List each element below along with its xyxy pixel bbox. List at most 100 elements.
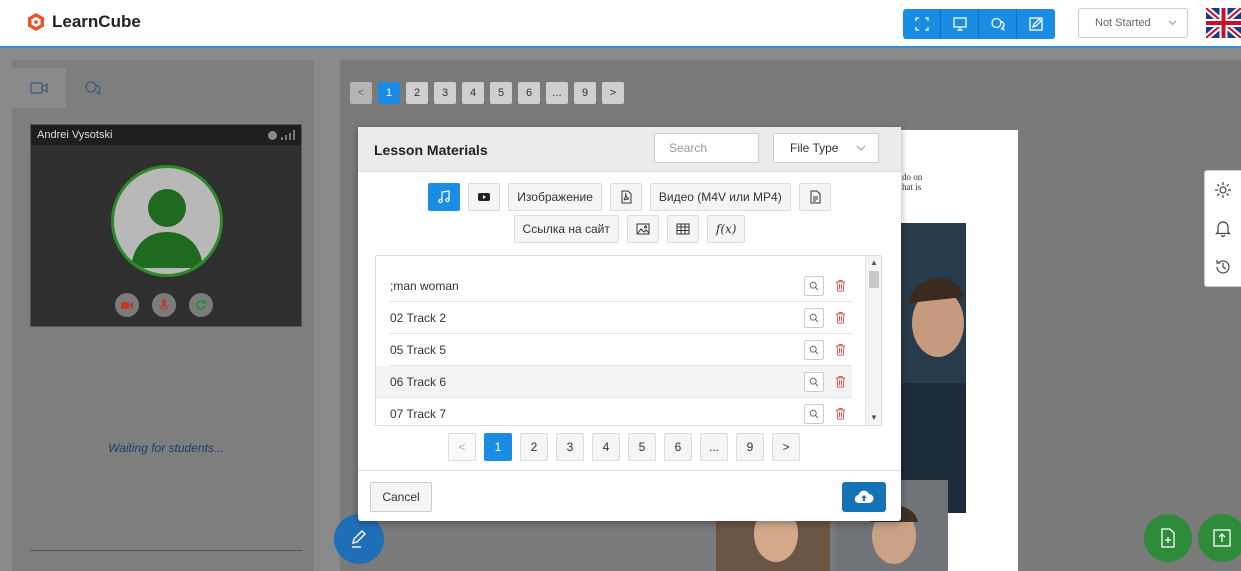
page-2[interactable]: 2 [520, 433, 548, 461]
filter-image-button[interactable]: Изображение [508, 183, 602, 211]
upload-material-button[interactable] [842, 482, 886, 512]
stage-page-6[interactable]: 6 [518, 82, 540, 104]
language-flag-button[interactable] [1206, 8, 1241, 38]
upload-page-button[interactable] [1198, 514, 1241, 562]
lesson-status-select[interactable]: Not Started [1078, 8, 1188, 38]
app-logo: LearnCube [26, 12, 141, 32]
page-ellipsis[interactable]: ... [700, 433, 728, 461]
stage-page-prev[interactable]: < [350, 82, 372, 104]
tab-chat[interactable] [66, 68, 120, 108]
preview-button[interactable] [804, 275, 824, 296]
delete-button[interactable] [834, 375, 846, 389]
upload-icon [1213, 529, 1231, 547]
delete-button[interactable] [834, 279, 846, 293]
trash-icon [835, 344, 845, 356]
filter-pdf-button[interactable] [609, 183, 642, 211]
list-item[interactable]: 02 Track 2 [390, 302, 852, 334]
camera-toggle-button[interactable] [115, 293, 139, 317]
stage-page-ellipsis[interactable]: ... [546, 82, 568, 104]
image-icon [636, 223, 650, 235]
page-9[interactable]: 9 [736, 433, 764, 461]
page-3[interactable]: 3 [556, 433, 584, 461]
page-prev[interactable]: < [448, 433, 476, 461]
filter-youtube-button[interactable] [468, 183, 501, 211]
pdf-icon [621, 190, 632, 204]
search-icon [809, 409, 819, 418]
settings-gear-icon[interactable] [1214, 181, 1232, 199]
history-icon[interactable] [1214, 258, 1232, 276]
whiteboard-icon [952, 17, 967, 31]
stage-page-5[interactable]: 5 [490, 82, 512, 104]
list-item[interactable]: 07 Track 7 [390, 398, 852, 425]
list-item[interactable]: 05 Track 5 [390, 334, 852, 366]
uk-flag-icon [1206, 8, 1241, 38]
camera-icon [121, 301, 133, 309]
page-5[interactable]: 5 [628, 433, 656, 461]
signal-bars-icon [281, 130, 295, 140]
lesson-materials-dialog: Lesson Materials File Type Изображение В… [358, 127, 901, 521]
scrollbar-thumb[interactable] [869, 271, 879, 288]
panel-divider [30, 550, 302, 551]
filter-picture-button[interactable] [626, 215, 659, 243]
fullscreen-icon [914, 17, 929, 31]
filter-audio-button[interactable] [428, 183, 461, 211]
chevron-down-icon [856, 145, 866, 151]
list-scrollbar[interactable]: ▲ ▼ [865, 256, 881, 425]
scroll-down-icon[interactable]: ▼ [870, 413, 878, 422]
table-icon [676, 223, 690, 235]
left-panel-tabs [12, 68, 120, 108]
add-page-button[interactable] [1144, 514, 1192, 562]
stage-page-2[interactable]: 2 [406, 82, 428, 104]
stage-page-4[interactable]: 4 [462, 82, 484, 104]
stage-page-next[interactable]: > [602, 82, 624, 104]
notification-bell-icon[interactable] [1214, 219, 1232, 238]
microphone-toggle-button[interactable] [152, 293, 176, 317]
page-next[interactable]: > [772, 433, 800, 461]
annotate-pen-button[interactable] [334, 514, 384, 564]
preview-button[interactable] [804, 307, 824, 328]
delete-button[interactable] [834, 343, 846, 357]
participant-name: Andrei Vysotski [37, 129, 113, 141]
cancel-button[interactable]: Cancel [370, 482, 432, 512]
filter-video-button[interactable]: Видео (M4V или MP4) [649, 183, 791, 211]
preview-button[interactable] [804, 339, 824, 360]
scroll-up-icon[interactable]: ▲ [870, 258, 878, 267]
materials-search-input[interactable] [654, 133, 759, 163]
stage-page-9[interactable]: 9 [574, 82, 596, 104]
search-icon [809, 377, 819, 386]
fullscreen-button[interactable] [903, 9, 941, 39]
refresh-connection-button[interactable] [189, 293, 213, 317]
delete-button[interactable] [834, 407, 846, 421]
file-type-label: File Type [790, 141, 839, 155]
preview-button[interactable] [804, 371, 824, 392]
document-photo [898, 223, 966, 513]
page-6[interactable]: 6 [664, 433, 692, 461]
search-icon [809, 313, 819, 322]
trash-icon [835, 312, 845, 324]
preview-button[interactable] [804, 403, 824, 424]
stage-page-3[interactable]: 3 [434, 82, 456, 104]
trash-icon [835, 280, 845, 292]
page-1[interactable]: 1 [484, 433, 512, 461]
page-4[interactable]: 4 [592, 433, 620, 461]
stage-page-1[interactable]: 1 [378, 82, 400, 104]
material-name: ;man woman [390, 278, 459, 293]
trash-icon [835, 408, 845, 420]
file-type-select[interactable]: File Type [773, 133, 879, 163]
list-item[interactable]: ;man woman [390, 270, 852, 302]
add-file-icon [1161, 528, 1175, 548]
filter-formula-button[interactable]: f(x) [706, 215, 746, 243]
edit-button[interactable] [1017, 9, 1055, 39]
right-toolbar [1204, 170, 1241, 287]
list-item[interactable]: 06 Track 6 [376, 366, 852, 398]
tab-video[interactable] [12, 68, 66, 108]
chat-icon [990, 17, 1005, 31]
filter-table-button[interactable] [666, 215, 699, 243]
app-name: LearnCube [52, 12, 141, 31]
whiteboard-button[interactable] [941, 9, 979, 39]
refresh-icon [196, 300, 206, 310]
delete-button[interactable] [834, 311, 846, 325]
chat-button[interactable] [979, 9, 1017, 39]
filter-website-link-button[interactable]: Ссылка на сайт [513, 215, 619, 243]
filter-document-button[interactable] [798, 183, 831, 211]
